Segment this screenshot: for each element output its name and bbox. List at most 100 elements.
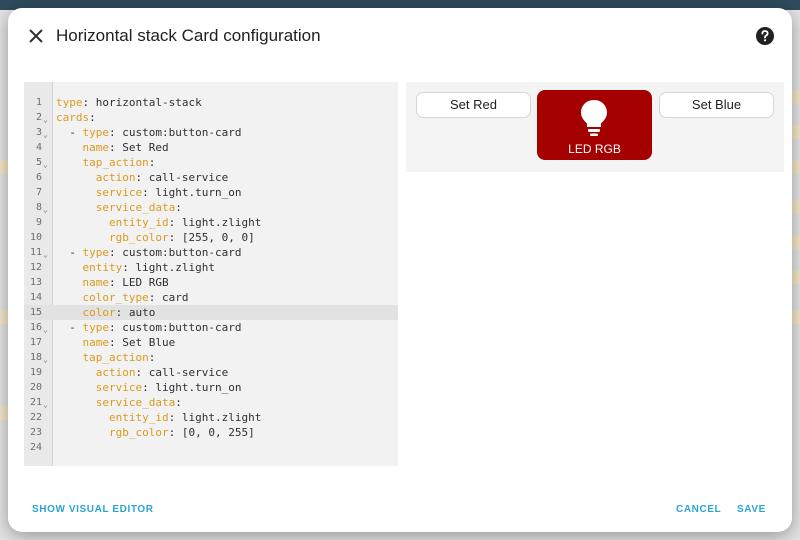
- yaml-key: service_data: [95, 396, 176, 409]
- line-number: 14: [29, 292, 42, 303]
- line-number: 13: [29, 277, 42, 288]
- code-text: entity: light.zlight: [56, 260, 215, 275]
- line-number: 3: [35, 127, 42, 138]
- line-number: 21: [29, 397, 42, 408]
- background-card: [792, 235, 800, 249]
- code-line[interactable]: 3 ⌄ - type: custom:button-card: [24, 125, 398, 140]
- background-card: [792, 270, 800, 284]
- line-number: 11: [29, 247, 42, 258]
- background-card: [792, 200, 800, 214]
- code-text: rgb_color: [255, 0, 0]: [56, 230, 255, 245]
- code-text: - type: custom:button-card: [56, 320, 241, 335]
- line-number: 5: [35, 157, 42, 168]
- yaml-separator: :: [142, 186, 156, 199]
- yaml-value: call-service: [148, 171, 229, 184]
- yaml-key: cards: [56, 111, 90, 124]
- code-text: color: auto: [56, 305, 156, 320]
- code-text: name: Set Blue: [56, 335, 176, 350]
- yaml-key: tap_action: [82, 156, 149, 169]
- set-blue-button[interactable]: Set Blue: [659, 92, 774, 118]
- close-button[interactable]: [26, 26, 46, 46]
- code-line[interactable]: 21 ⌄ service_data:: [24, 395, 398, 410]
- code-line[interactable]: 6 action: call-service: [24, 170, 398, 185]
- code-line[interactable]: 7 service: light.turn_on: [24, 185, 398, 200]
- code-text: cards:: [56, 110, 96, 125]
- code-line[interactable]: 17 name: Set Blue: [24, 335, 398, 350]
- line-number: 15: [29, 307, 42, 318]
- help-button[interactable]: [755, 26, 775, 46]
- line-number: 6: [35, 172, 42, 183]
- code-line[interactable]: 16 ⌄ - type: custom:button-card: [24, 320, 398, 335]
- led-rgb-button[interactable]: LED RGB: [537, 90, 652, 160]
- code-line[interactable]: 11 ⌄ - type: custom:button-card: [24, 245, 398, 260]
- yaml-key: color: [82, 306, 116, 319]
- yaml-separator: :: [142, 381, 156, 394]
- line-number: 10: [29, 232, 42, 243]
- yaml-separator: :: [109, 336, 123, 349]
- code-line[interactable]: 13 name: LED RGB: [24, 275, 398, 290]
- show-visual-editor-button[interactable]: SHOW VISUAL EDITOR: [32, 504, 154, 515]
- code-line[interactable]: 24: [24, 440, 398, 455]
- yaml-separator: :: [168, 426, 182, 439]
- code-line[interactable]: 18 ⌄ tap_action:: [24, 350, 398, 365]
- code-line[interactable]: 19 action: call-service: [24, 365, 398, 380]
- code-line[interactable]: 22 entity_id: light.zlight: [24, 410, 398, 425]
- card-configuration-dialog: Horizontal stack Card configuration 1 typ…: [8, 8, 792, 532]
- code-line[interactable]: 14 color_type: card: [24, 290, 398, 305]
- code-line[interactable]: 2 ⌄ cards:: [24, 110, 398, 125]
- code-line[interactable]: 4 name: Set Red: [24, 140, 398, 155]
- card-preview: Set Red LED RGB Set Blue: [406, 82, 784, 172]
- code-line[interactable]: 10 rgb_color: [255, 0, 0]: [24, 230, 398, 245]
- yaml-separator: :: [109, 141, 123, 154]
- code-text: rgb_color: [0, 0, 255]: [56, 425, 255, 440]
- set-red-button[interactable]: Set Red: [416, 92, 531, 118]
- line-number: 4: [35, 142, 42, 153]
- yaml-key: tap_action: [82, 351, 149, 364]
- lightbulb-icon: [581, 100, 607, 136]
- code-line[interactable]: 20 service: light.turn_on: [24, 380, 398, 395]
- code-line[interactable]: 15 color: auto: [24, 305, 398, 320]
- background-card: [0, 160, 8, 174]
- code-text: - type: custom:button-card: [56, 245, 241, 260]
- code-line[interactable]: 9 entity_id: light.zlight: [24, 215, 398, 230]
- code-text: service: light.turn_on: [56, 185, 242, 200]
- code-line[interactable]: 12 entity: light.zlight: [24, 260, 398, 275]
- line-number: 20: [29, 382, 42, 393]
- yaml-separator: :: [168, 411, 182, 424]
- code-text: name: Set Red: [56, 140, 169, 155]
- yaml-code-editor[interactable]: 1 type: horizontal-stack 2 ⌄ cards: 3 ⌄ - type…: [24, 82, 398, 466]
- yaml-separator: :: [148, 156, 156, 169]
- code-line[interactable]: 1 type: horizontal-stack: [24, 95, 398, 110]
- yaml-key: type: [82, 246, 110, 259]
- yaml-value: light.zlight: [181, 216, 262, 229]
- code-text: name: LED RGB: [56, 275, 169, 290]
- yaml-separator: :: [168, 216, 182, 229]
- yaml-separator: :: [135, 171, 149, 184]
- yaml-key: type: [56, 96, 83, 109]
- yaml-value: light.turn_on: [155, 381, 242, 394]
- cancel-button[interactable]: CANCEL: [676, 504, 721, 515]
- code-indent: -: [56, 321, 83, 334]
- code-text: service_data:: [56, 200, 182, 215]
- line-number: 8: [35, 202, 42, 213]
- code-line[interactable]: 5 ⌄ tap_action:: [24, 155, 398, 170]
- line-number: 19: [29, 367, 42, 378]
- dialog-title: Horizontal stack Card configuration: [56, 26, 321, 45]
- line-number: 17: [29, 337, 42, 348]
- close-icon: [29, 29, 43, 43]
- yaml-separator: :: [175, 201, 182, 214]
- code-line[interactable]: 23 rgb_color: [0, 0, 255]: [24, 425, 398, 440]
- save-button[interactable]: SAVE: [737, 504, 766, 515]
- code-text: type: horizontal-stack: [56, 95, 202, 110]
- yaml-separator: :: [109, 321, 123, 334]
- code-line[interactable]: 8 ⌄ service_data:: [24, 200, 398, 215]
- background-card: [792, 90, 800, 104]
